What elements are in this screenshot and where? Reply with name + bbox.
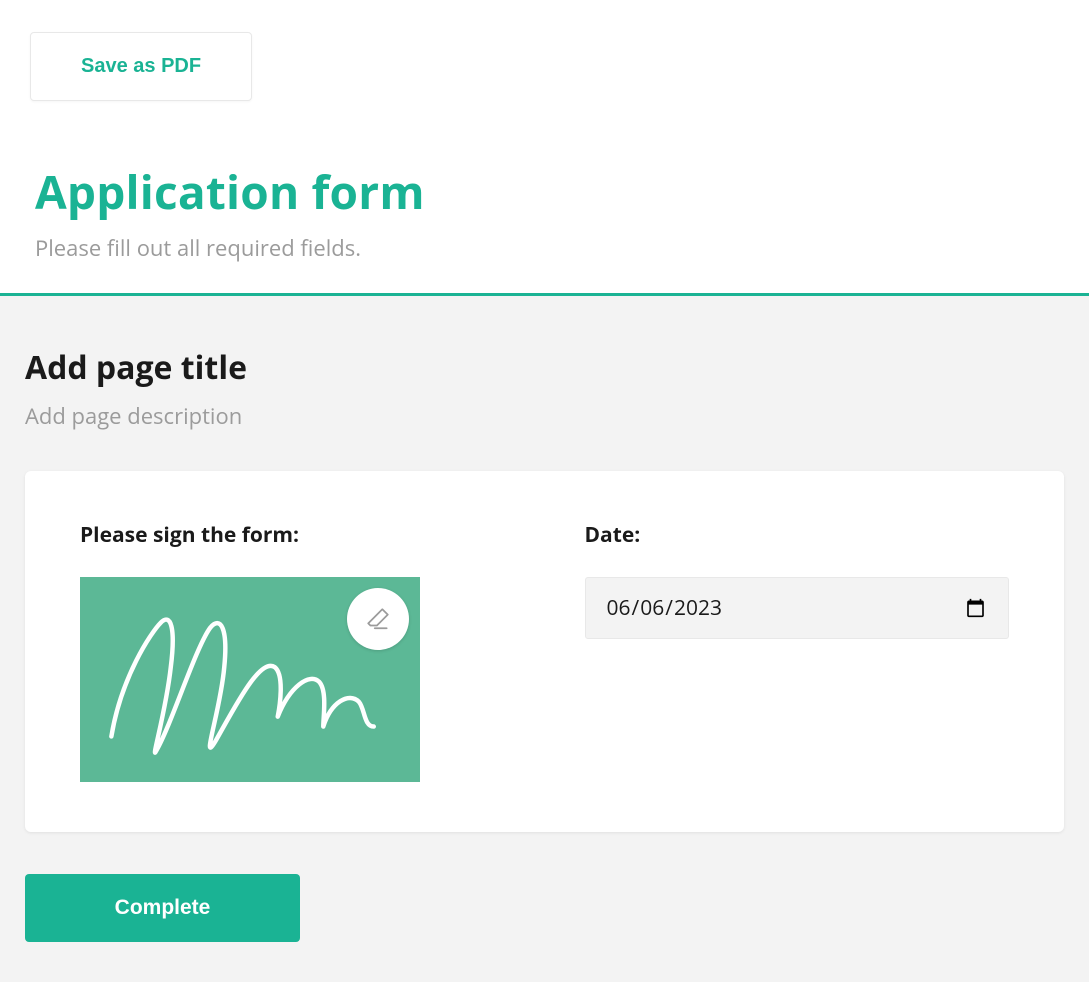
- signature-column: Please sign the form:: [80, 521, 505, 782]
- signature-label: Please sign the form:: [80, 521, 505, 549]
- save-as-pdf-button[interactable]: Save as PDF: [30, 32, 252, 101]
- date-column: Date:: [585, 521, 1010, 782]
- header-region: Save as PDF Application form Please fill…: [0, 0, 1089, 263]
- eraser-icon: [365, 606, 391, 632]
- date-input[interactable]: [585, 577, 1010, 639]
- date-label: Date:: [585, 521, 1010, 549]
- page-title: Add page title: [25, 346, 1064, 389]
- form-card: Please sign the form: Date:: [25, 471, 1064, 832]
- page-body: Add page title Add page description Plea…: [0, 296, 1089, 982]
- erase-signature-button[interactable]: [347, 588, 409, 650]
- signature-pad[interactable]: [80, 577, 420, 782]
- complete-button[interactable]: Complete: [25, 874, 300, 942]
- form-subtitle: Please fill out all required fields.: [35, 233, 1054, 263]
- form-title: Application form: [35, 161, 1054, 223]
- page-description: Add page description: [25, 401, 1064, 431]
